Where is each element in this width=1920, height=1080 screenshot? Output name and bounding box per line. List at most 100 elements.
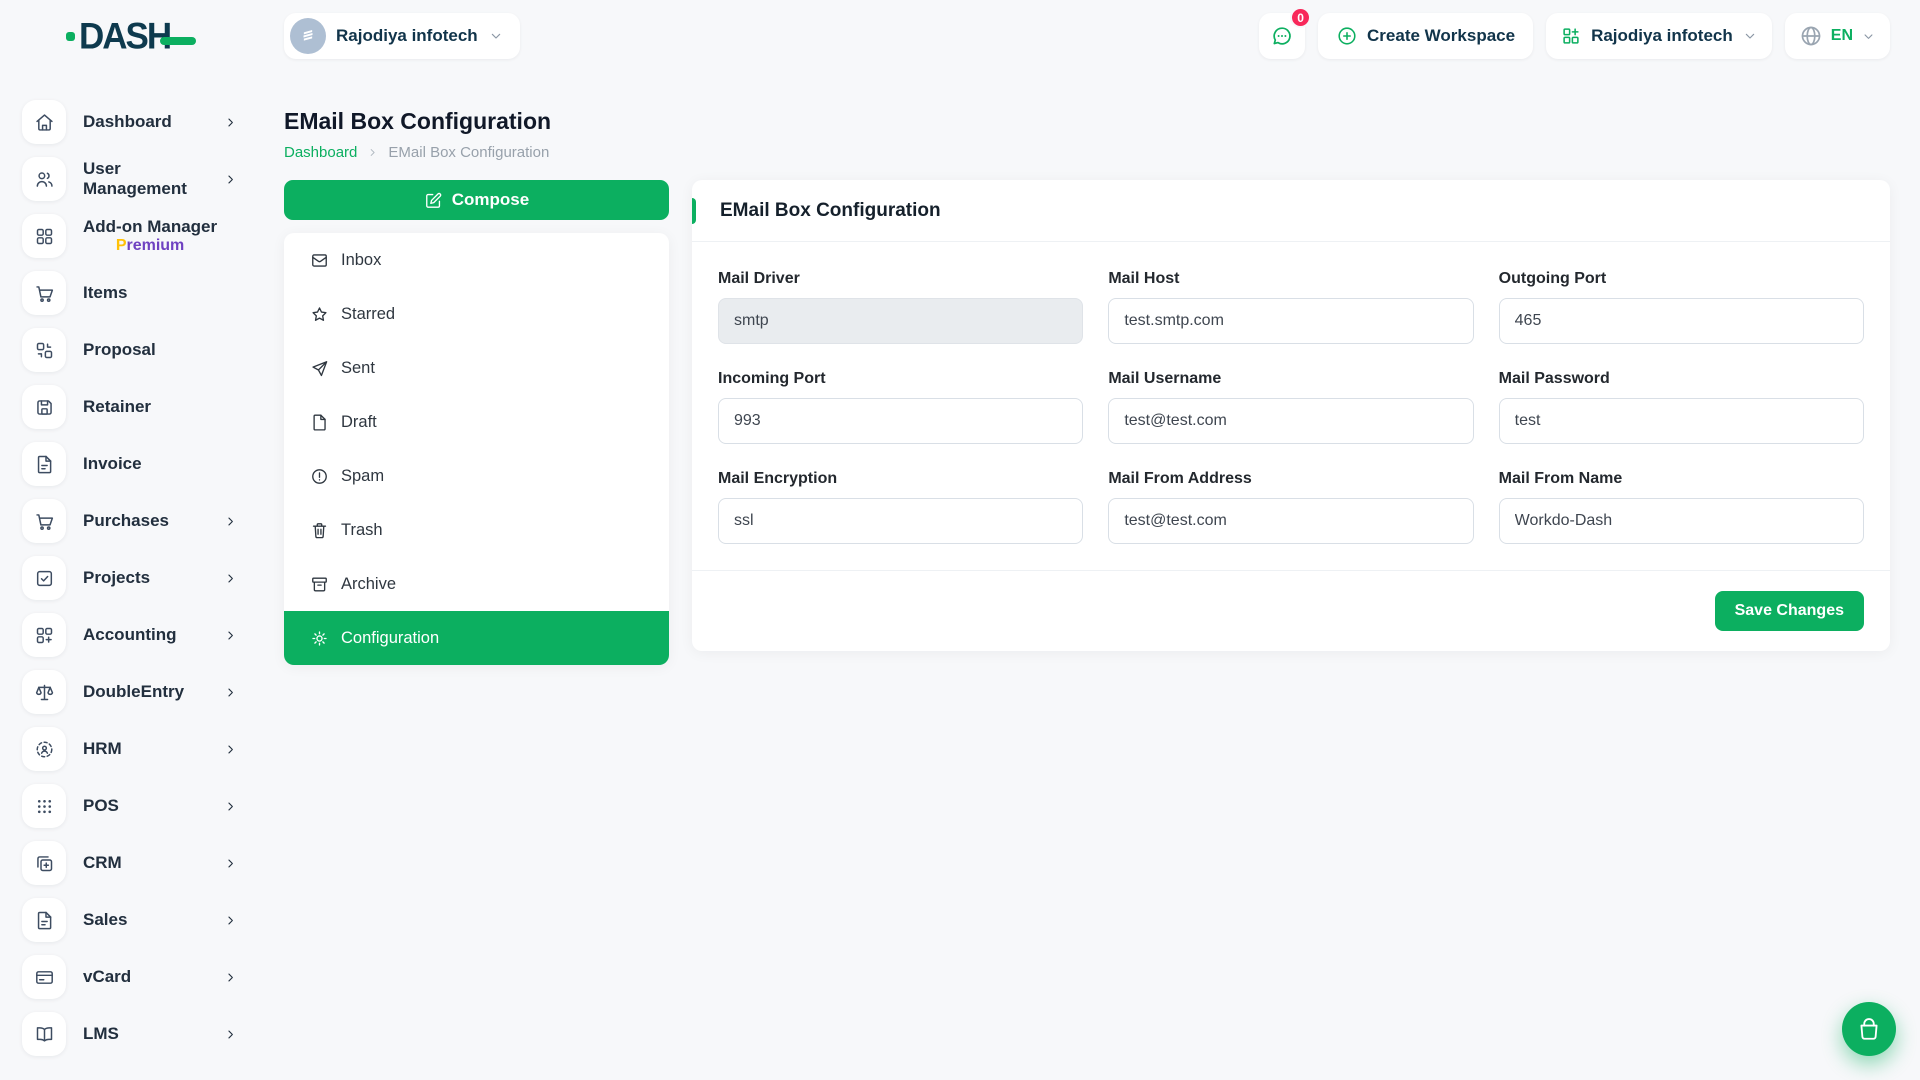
field-label: Mail Username xyxy=(1108,370,1473,388)
sidebar-item-label: Retainer xyxy=(83,397,151,417)
page-title: EMail Box Configuration xyxy=(284,108,1890,135)
cart-icon xyxy=(22,499,66,543)
chevron-right-icon xyxy=(223,799,238,814)
chat-icon xyxy=(1270,24,1294,48)
save-changes-button[interactable]: Save Changes xyxy=(1715,591,1864,631)
logo-text: DASH xyxy=(79,18,170,55)
file-text-icon xyxy=(22,442,66,486)
folder-label: Starred xyxy=(341,305,395,324)
card-header: EMail Box Configuration xyxy=(692,180,1890,242)
sidebar-item-accounting[interactable]: Accounting xyxy=(22,613,238,657)
grid-plus-icon xyxy=(22,613,66,657)
grid-plus-icon xyxy=(1560,25,1582,47)
sidebar-item-items[interactable]: Items xyxy=(22,271,238,315)
credit-card-icon xyxy=(22,955,66,999)
sidebar-item-label: Projects xyxy=(83,568,150,588)
sidebar-item-addon-manager[interactable]: Add-on Manager Premium xyxy=(22,214,238,258)
chevron-down-icon xyxy=(1861,29,1876,44)
mail-username-input[interactable] xyxy=(1108,398,1473,444)
field-mail-driver: Mail Driver xyxy=(718,270,1083,344)
dots-grid-icon xyxy=(22,784,66,828)
breadcrumb: Dashboard EMail Box Configuration xyxy=(284,144,1890,161)
sidebar-item-vcard[interactable]: vCard xyxy=(22,955,238,999)
field-incoming-port: Incoming Port xyxy=(718,370,1083,444)
folder-label: Configuration xyxy=(341,629,439,648)
folder-label: Archive xyxy=(341,575,396,594)
mail-from-address-input[interactable] xyxy=(1108,498,1473,544)
create-workspace-label: Create Workspace xyxy=(1367,26,1515,46)
sidebar-item-doubleentry[interactable]: DoubleEntry xyxy=(22,670,238,714)
outgoing-port-input[interactable] xyxy=(1499,298,1864,344)
sidebar-item-sales[interactable]: Sales xyxy=(22,898,238,942)
sidebar-item-label: Purchases xyxy=(83,511,169,531)
workspace-selector[interactable]: Rajodiya infotech xyxy=(284,13,520,59)
folder-configuration[interactable]: Configuration xyxy=(284,611,669,665)
star-icon xyxy=(310,305,329,324)
globe-icon xyxy=(1799,24,1823,48)
swap-squares-icon xyxy=(22,328,66,372)
messages-badge: 0 xyxy=(1290,7,1311,28)
sidebar-item-lms[interactable]: LMS xyxy=(22,1012,238,1056)
create-workspace-button[interactable]: Create Workspace xyxy=(1318,13,1533,59)
send-icon xyxy=(310,359,329,378)
sidebar-item-label: User Management xyxy=(83,159,223,198)
sidebar-item-pos[interactable]: POS xyxy=(22,784,238,828)
sidebar-item-retainer[interactable]: Retainer xyxy=(22,385,238,429)
card-title: EMail Box Configuration xyxy=(720,200,941,222)
trash-icon xyxy=(310,521,329,540)
header-actions: 0 Create Workspace Rajodiya infotech xyxy=(1259,13,1890,59)
folder-archive[interactable]: Archive xyxy=(284,557,669,611)
sidebar-item-projects[interactable]: Projects xyxy=(22,556,238,600)
workspace-avatar xyxy=(290,18,326,54)
sidebar-item-label: LMS xyxy=(83,1024,119,1044)
mail-from-name-input[interactable] xyxy=(1499,498,1864,544)
mail-host-input[interactable] xyxy=(1108,298,1473,344)
folder-spam[interactable]: Spam xyxy=(284,449,669,503)
home-icon xyxy=(22,100,66,144)
field-outgoing-port: Outgoing Port xyxy=(1499,270,1864,344)
field-mail-username: Mail Username xyxy=(1108,370,1473,444)
folder-label: Trash xyxy=(341,521,383,540)
field-mail-password: Mail Password xyxy=(1499,370,1864,444)
folder-starred[interactable]: Starred xyxy=(284,287,669,341)
breadcrumb-dashboard-link[interactable]: Dashboard xyxy=(284,144,357,161)
store-fab-button[interactable] xyxy=(1842,1002,1896,1056)
mail-encryption-input[interactable] xyxy=(718,498,1083,544)
incoming-port-input[interactable] xyxy=(718,398,1083,444)
breadcrumb-current: EMail Box Configuration xyxy=(388,144,549,161)
sidebar-item-label: Accounting xyxy=(83,625,177,645)
folder-inbox[interactable]: Inbox xyxy=(284,233,669,287)
sidebar-item-proposal[interactable]: Proposal xyxy=(22,328,238,372)
sidebar-item-label: HRM xyxy=(83,739,122,759)
plus-circle-icon xyxy=(1336,25,1358,47)
compose-icon xyxy=(424,191,443,210)
field-label: Mail Host xyxy=(1108,270,1473,288)
sidebar-item-crm[interactable]: CRM xyxy=(22,841,238,885)
sidebar-item-hrm[interactable]: HRM xyxy=(22,727,238,771)
field-label: Mail Driver xyxy=(718,270,1083,288)
mail-password-input[interactable] xyxy=(1499,398,1864,444)
folder-sent[interactable]: Sent xyxy=(284,341,669,395)
sidebar-item-user-management[interactable]: User Management xyxy=(22,157,238,201)
language-selector[interactable]: EN xyxy=(1785,13,1890,59)
language-code: EN xyxy=(1831,27,1853,45)
folder-draft[interactable]: Draft xyxy=(284,395,669,449)
workspace-name: Rajodiya infotech xyxy=(336,26,478,46)
account-selector[interactable]: Rajodiya infotech xyxy=(1546,13,1772,59)
sidebar-item-dashboard[interactable]: Dashboard xyxy=(22,100,238,144)
chevron-right-icon xyxy=(223,856,238,871)
card-accent-bar xyxy=(692,198,696,224)
premium-first-letter: P xyxy=(116,237,127,254)
chevron-down-icon xyxy=(1742,28,1758,44)
sidebar-item-purchases[interactable]: Purchases xyxy=(22,499,238,543)
sidebar-item-invoice[interactable]: Invoice xyxy=(22,442,238,486)
sidebar-item-label: Dashboard xyxy=(83,112,172,132)
compose-button[interactable]: Compose xyxy=(284,180,669,220)
account-name: Rajodiya infotech xyxy=(1591,26,1733,46)
cart-icon xyxy=(22,271,66,315)
messages-button[interactable]: 0 xyxy=(1259,13,1305,59)
mail-driver-input xyxy=(718,298,1083,344)
brand-logo[interactable]: DASH xyxy=(66,19,170,54)
config-form: Mail Driver Mail Host Outgoing Port Inco… xyxy=(692,242,1890,570)
folder-trash[interactable]: Trash xyxy=(284,503,669,557)
